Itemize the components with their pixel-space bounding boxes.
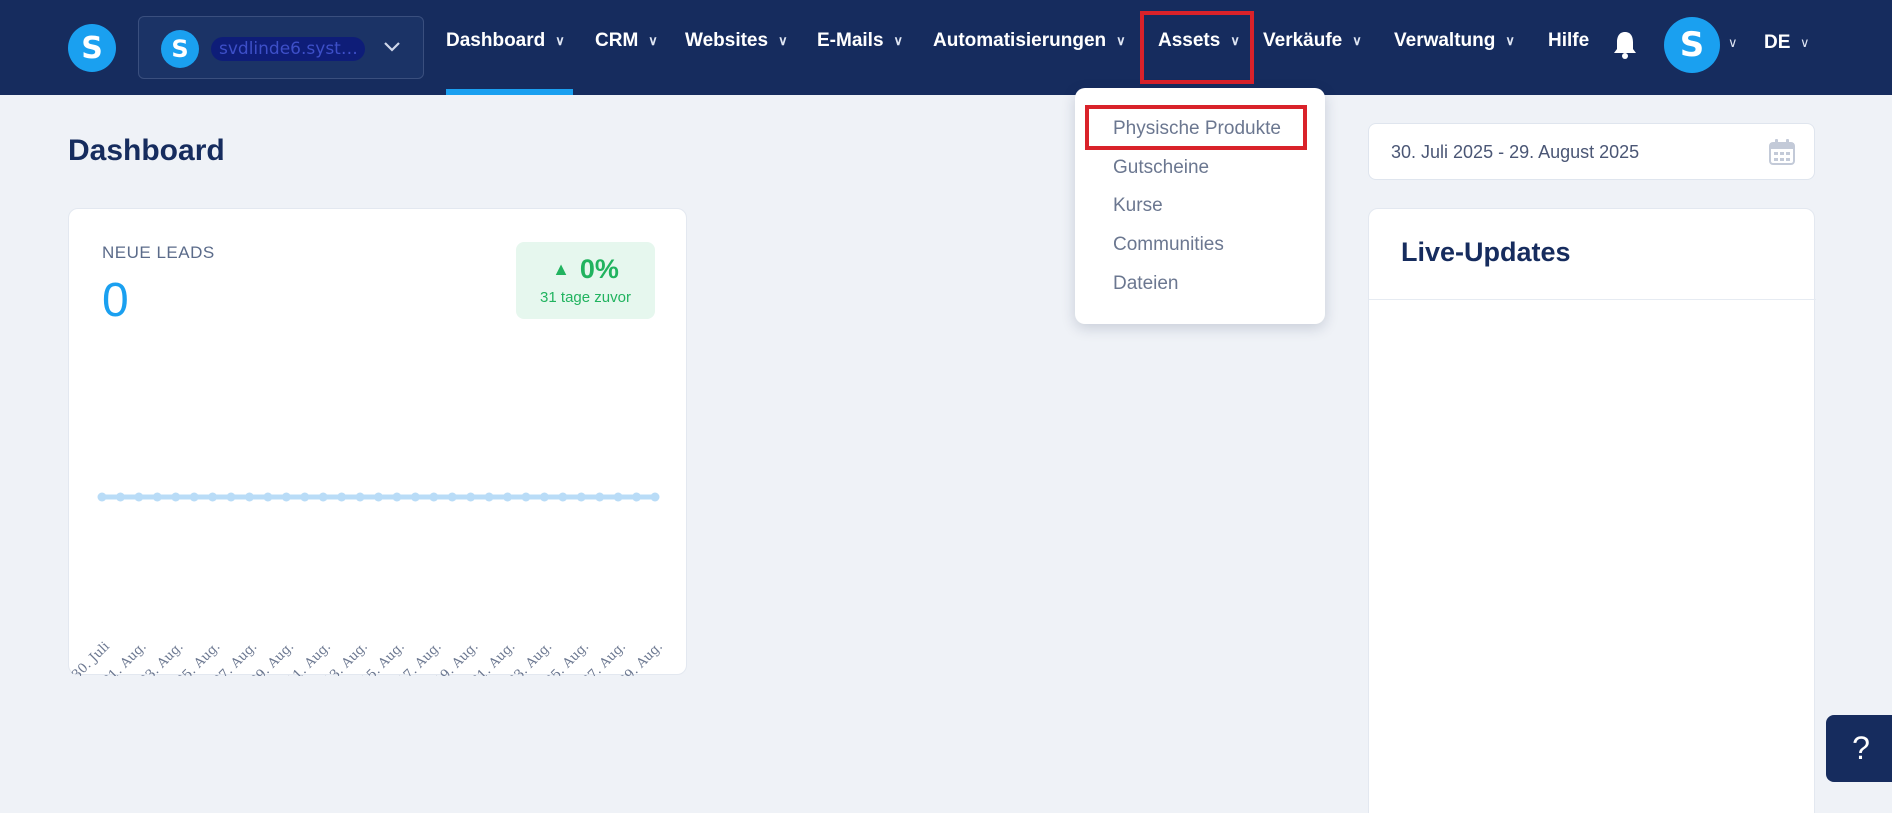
chevron-down-icon[interactable]: ∨ [1800,36,1810,51]
data-point[interactable] [576,492,586,502]
data-point[interactable] [134,492,144,502]
data-point[interactable] [484,492,494,502]
data-point[interactable] [97,492,107,502]
account-switcher[interactable]: S svdlinde6.syst… [138,16,424,79]
active-nav-indicator [446,89,573,95]
nav-item-dashboard[interactable]: Dashboard ∨ [446,30,565,52]
menu-item-dateien[interactable]: Dateien [1113,273,1179,295]
user-avatar[interactable]: S [1664,17,1720,73]
data-point[interactable] [429,492,439,502]
nav-item-verwaltung[interactable]: Verwaltung ∨ [1394,30,1515,52]
account-logo: S [161,30,199,68]
chevron-down-icon: ∨ [555,32,565,48]
chevron-down-icon: ∨ [648,32,658,48]
data-point[interactable] [632,492,642,502]
data-point[interactable] [558,492,568,502]
menu-item-communities[interactable]: Communities [1113,234,1224,256]
data-point[interactable] [650,492,660,502]
app-logo[interactable]: S [68,24,116,72]
live-updates-panel: Live-Updates [1368,208,1816,813]
data-point[interactable] [466,492,476,502]
data-point[interactable] [337,492,347,502]
chevron-down-icon: ∨ [1116,32,1126,48]
page-title: Dashboard [68,134,225,167]
data-point[interactable] [539,492,549,502]
calendar-icon [1768,138,1796,166]
divider [1369,299,1816,300]
highlight-box-assets [1140,11,1254,84]
nav-item-label: Verwaltung [1394,30,1496,51]
nav-item-label: Hilfe [1548,30,1590,51]
nav-item-label: Dashboard [446,30,546,51]
data-point[interactable] [300,492,310,502]
top-navigation-bar: S S svdlinde6.syst… Dashboard ∨ CRM ∨ Webs… [0,0,1892,95]
data-point[interactable] [152,492,162,502]
language-selector[interactable]: DE [1764,32,1790,54]
data-point[interactable] [318,492,328,502]
data-point[interactable] [244,492,254,502]
data-point[interactable] [226,492,236,502]
data-point[interactable] [447,492,457,502]
account-name: svdlinde6.syst… [211,37,365,61]
nav-item-label: E-Mails [817,30,884,51]
date-range-text: 30. Juli 2025 - 29. August 2025 [1391,142,1640,162]
data-point[interactable] [208,492,218,502]
date-range-picker[interactable]: 30. Juli 2025 - 29. August 2025 [1368,123,1815,180]
chevron-down-icon: ∨ [893,32,904,48]
menu-item-kurse[interactable]: Kurse [1113,195,1163,217]
data-point[interactable] [392,492,402,502]
data-point[interactable] [281,492,291,502]
nav-item-websites[interactable]: Websites ∨ [685,30,788,52]
data-point[interactable] [171,492,181,502]
data-point[interactable] [189,492,199,502]
data-point[interactable] [263,492,273,502]
live-updates-title: Live-Updates [1401,237,1571,267]
nav-item-crm[interactable]: CRM ∨ [595,30,658,52]
data-point[interactable] [115,492,125,502]
chevron-down-icon: ∨ [778,32,788,48]
nav-item-emails[interactable]: E-Mails ∨ [817,30,903,52]
nav-item-label: Automatisierungen [933,30,1107,51]
new-leads-card: NEUE LEADS 0 ▲ 0% 31 tage zuvor 30. Juli 0… [68,208,687,676]
nav-item-hilfe[interactable]: Hilfe [1548,30,1589,52]
data-point[interactable] [410,492,420,502]
help-button[interactable]: ? [1826,715,1892,782]
nav-item-verkaufe[interactable]: Verkäufe ∨ [1263,30,1362,52]
data-point[interactable] [613,492,623,502]
leads-line-chart: 30. Juli01. Aug.03. Aug.05. Aug.07. Aug.… [69,492,666,676]
nav-item-label: CRM [595,30,639,51]
nav-item-label: Websites [685,30,769,51]
chevron-down-icon: ∨ [1505,32,1515,48]
data-point[interactable] [595,492,605,502]
nav-item-automatisierungen[interactable]: Automatisierungen ∨ [933,30,1126,52]
nav-item-label: Verkäufe [1263,30,1343,51]
data-point[interactable] [355,492,365,502]
menu-item-gutscheine[interactable]: Gutscheine [1113,157,1209,179]
x-tick-label: 30. Juli [69,639,113,676]
chevron-down-icon[interactable]: ∨ [1728,36,1738,51]
highlight-box-physische-produkte [1085,105,1307,150]
bell-icon[interactable] [1612,30,1638,60]
chevron-down-icon [383,37,401,58]
data-point[interactable] [521,492,531,502]
data-point[interactable] [374,492,383,502]
data-point[interactable] [503,492,513,502]
chevron-down-icon: ∨ [1352,32,1362,48]
